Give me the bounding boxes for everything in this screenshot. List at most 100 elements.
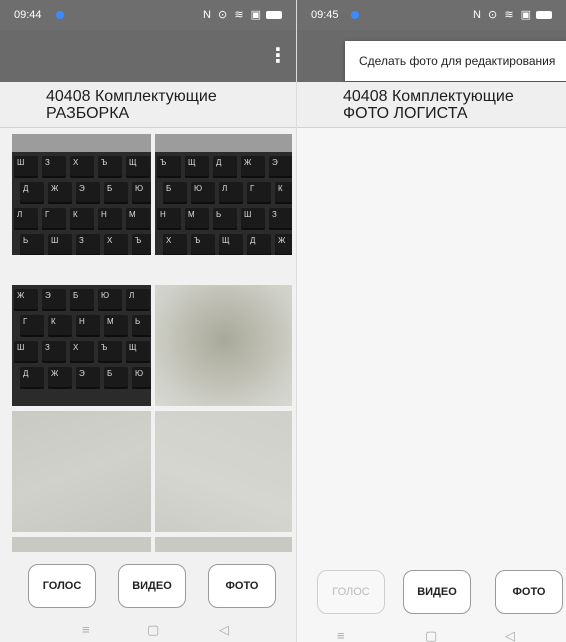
more-options-icon[interactable]: ⋮ [268,42,288,70]
take-photo-menu-item[interactable]: Сделать фото для редактирования [345,41,566,81]
keyboard-key-label: Щ [222,236,230,245]
photo-thumbnail[interactable]: Ж Э Б Ю Л Г К Н М Ь Ш З Х Ъ Щ Д Ж Э Б Ю [12,285,151,406]
photo-button[interactable]: ФОТО [208,564,276,608]
left-screen: 09:44 N ⊙ ≋ ▣ ⋮ 40408 Комплектующие РАЗБ… [0,0,296,642]
document-subtitle: ФОТО ЛОГИСТА [343,105,468,122]
keyboard-key: Ш [14,341,38,363]
keyboard-key-label: З [272,210,277,219]
keyboard-key-label: Х [166,236,172,245]
keyboard-key-label: Д [216,158,222,167]
keyboard-key: Х [70,341,94,363]
photo-thumbnail[interactable] [155,411,292,532]
keyboard-key-label: Ж [51,184,59,193]
keyboard-key-label: Ю [194,184,203,193]
keyboard-key: Ж [48,182,72,204]
keyboard-key-label: Н [160,210,166,219]
photo-thumbnail[interactable]: Ш З Х Ъ Щ Д Ж Э Б Ю Л Г К Н М Ь Ш З Х Ъ [12,134,151,255]
keyboard-key: Г [247,182,271,204]
keyboard-key: Ж [275,234,292,255]
keyboard-key-label: Х [73,343,79,352]
keyboard-key: К [70,208,94,230]
keyboard-key: Б [104,182,128,204]
keyboard-key: Э [76,367,100,389]
keyboard-key-label: Щ [129,158,137,167]
home-icon[interactable]: ▢ [147,622,159,638]
recents-icon[interactable]: ≡ [337,628,345,642]
keyboard-key-label: З [45,343,50,352]
keyboard-key-label: Ъ [135,236,142,245]
home-icon[interactable]: ▢ [425,628,437,642]
keyboard-key-label: К [51,317,56,326]
keyboard-key: Э [42,289,66,311]
keyboard-key: Ж [241,156,265,178]
recents-icon[interactable]: ≡ [82,622,90,637]
keyboard-key: Ю [191,182,215,204]
keyboard-key-label: Б [107,184,113,193]
keyboard-key: Л [126,289,150,311]
video-button[interactable]: ВИДЕО [403,570,471,614]
keyboard-key-label: Б [73,291,79,300]
keyboard-key-label: Э [79,184,85,193]
photo-thumbnail[interactable] [155,537,292,552]
app-bar: ⋮ [0,30,296,82]
battery-icon [266,11,282,20]
system-nav-bar: ≡ ▢ ◁ [0,620,296,642]
keyboard-key: Щ [126,156,150,178]
keyboard-key-label: Э [45,291,51,300]
keyboard-key-label: Ь [216,210,222,219]
keyboard-key: М [185,208,209,230]
keyboard-key: Ь [20,234,44,255]
keyboard-key-label: М [107,317,114,326]
back-icon[interactable]: ◁ [219,622,229,638]
notification-dot-icon [56,11,64,19]
keyboard-key: Ъ [98,156,122,178]
keyboard-key: К [275,182,292,204]
keyboard-key: Н [157,208,181,230]
keyboard-key-label: Л [222,184,228,193]
keyboard-key-label: Л [17,210,23,219]
photo-thumbnail[interactable] [12,411,151,532]
keyboard-key-label: Х [73,158,79,167]
keyboard-key: Н [76,315,100,337]
keyboard-key-label: Ш [51,236,59,245]
keyboard-key-label: Л [129,291,135,300]
status-icons: N ⊙ ≋ ▣ [203,8,282,21]
keyboard-key: Л [14,208,38,230]
keyboard-key-label: М [188,210,195,219]
battery-icon [536,11,552,20]
photo-thumbnail[interactable] [155,285,292,406]
keyboard-key-label: Д [23,184,29,193]
right-screen: 09:45 N ⊙ ≋ ▣ Сделать фото для редактиро… [296,0,566,642]
keyboard-key: Ш [241,208,265,230]
document-subtitle: РАЗБОРКА [46,105,130,122]
photo-thumbnail[interactable]: Ъ Щ Д Ж Э Б Ю Л Г К Н М Ь Ш З Х Ъ Щ Д Ж [155,134,292,255]
notification-dot-icon [351,11,359,19]
keyboard-key: Ъ [191,234,215,255]
voice-button[interactable]: ГОЛОС [28,564,96,608]
document-title: 40408 Комплектующие [46,88,217,105]
keyboard-key-label: Г [250,184,255,193]
keyboard-key: Э [269,156,292,178]
keyboard-key-label: Щ [188,158,196,167]
keyboard-key: Г [20,315,44,337]
keyboard-key-label: Ж [278,236,286,245]
keyboard-key-label: К [73,210,78,219]
status-icons-text: N ⊙ ≋ ▣ [473,9,533,21]
system-nav-bar: ≡ ▢ ◁ [297,626,566,642]
keyboard-key: Щ [219,234,243,255]
video-button[interactable]: ВИДЕО [118,564,186,608]
photo-button[interactable]: ФОТО [495,570,563,614]
keyboard-key: М [104,315,128,337]
keyboard-key: Н [98,208,122,230]
back-icon[interactable]: ◁ [505,628,515,642]
keyboard-key: Г [42,208,66,230]
keyboard-key-label: Ь [135,317,141,326]
keyboard-key: Д [20,367,44,389]
keyboard-key-label: М [129,210,136,219]
keyboard-key: Л [219,182,243,204]
keyboard-key-label: Ю [135,369,144,378]
voice-button[interactable]: ГОЛОС [317,570,385,614]
keyboard-key-label: Ъ [101,343,108,352]
photo-thumbnail[interactable] [12,537,151,552]
keyboard-key: Х [163,234,187,255]
